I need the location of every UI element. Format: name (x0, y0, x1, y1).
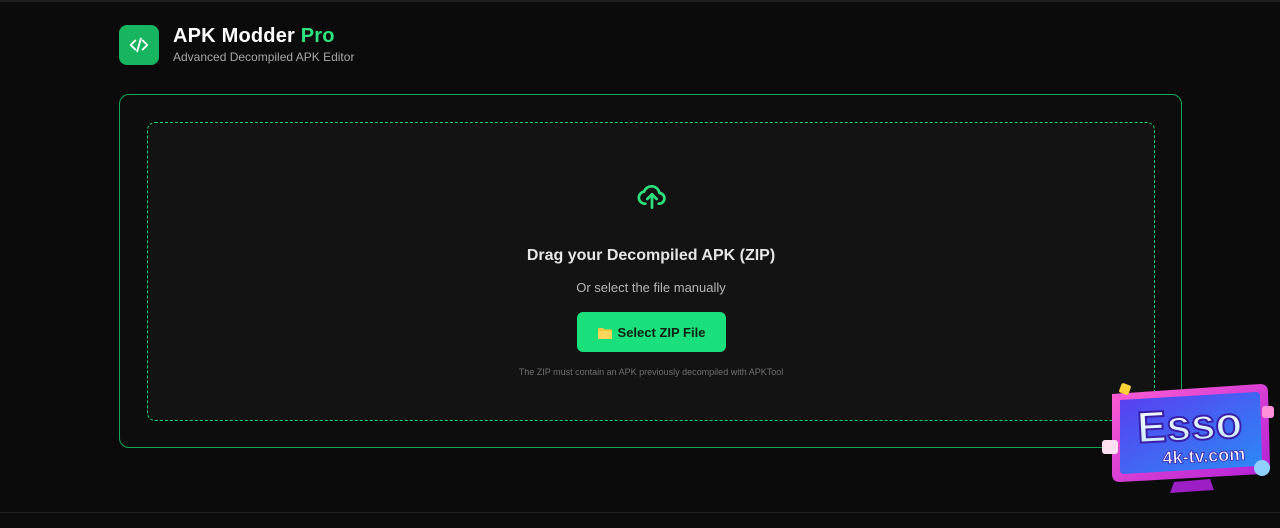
cloud-upload-icon (636, 181, 668, 213)
app-title-main: APK Modder (173, 25, 295, 47)
folder-icon (597, 327, 612, 339)
select-zip-label: Select ZIP File (617, 324, 706, 340)
upload-panel: Drag your Decompiled APK (ZIP) Or select… (119, 94, 1182, 448)
file-dropzone[interactable]: Drag your Decompiled APK (ZIP) Or select… (147, 122, 1155, 421)
bottom-divider (0, 512, 1280, 513)
dropzone-title: Drag your Decompiled APK (ZIP) (526, 247, 776, 264)
app-page: APK Modder Pro Advanced Decompiled APK E… (0, 0, 1280, 528)
dropzone-subtitle: Or select the file manually (576, 280, 726, 295)
esso-watermark-logo: Esso 4k-tv.com (1102, 378, 1278, 498)
dropzone-note: The ZIP must contain an APK previously d… (518, 367, 784, 377)
app-header: APK Modder Pro Advanced Decompiled APK E… (119, 24, 354, 65)
app-title: APK Modder Pro (173, 24, 354, 48)
app-subtitle: Advanced Decompiled APK Editor (173, 50, 355, 64)
select-zip-button[interactable]: Select ZIP File (577, 312, 726, 352)
brand-block: APK Modder Pro Advanced Decompiled APK E… (173, 24, 354, 65)
app-title-accent: Pro (300, 25, 335, 47)
code-icon (119, 24, 159, 65)
top-divider (0, 0, 1280, 2)
